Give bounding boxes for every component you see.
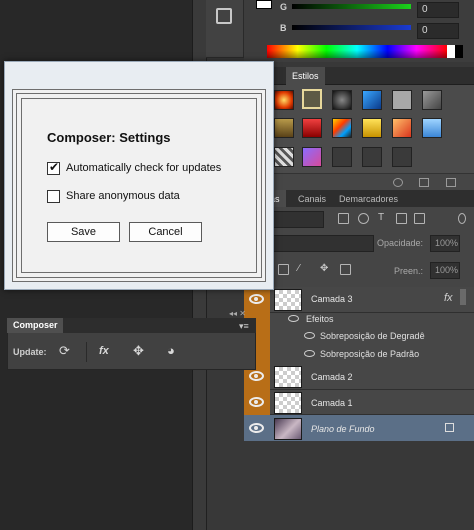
style-swatch[interactable]: [332, 147, 352, 167]
smart-object-filter-icon[interactable]: [414, 213, 425, 224]
style-swatch[interactable]: [422, 90, 442, 110]
tab-styles[interactable]: Estilos: [286, 67, 325, 85]
style-swatch[interactable]: [274, 90, 294, 110]
green-value-field[interactable]: 0: [417, 2, 459, 18]
layer-name: Plano de Fundo: [311, 424, 375, 434]
style-swatch[interactable]: [302, 118, 322, 138]
fill-field[interactable]: 100%: [430, 262, 460, 279]
tab-composer[interactable]: Composer: [7, 318, 63, 333]
layer-name: Camada 2: [311, 372, 353, 382]
dialog-frame-innermost: [21, 98, 257, 273]
lock-transparency-icon[interactable]: [278, 264, 289, 275]
adjustment-filter-icon[interactable]: [358, 213, 369, 224]
style-swatch[interactable]: [392, 90, 412, 110]
photoshop-workspace: G 0 B 0 s Estilos adas Canais: [0, 0, 474, 530]
tab-paths[interactable]: Demarcadores: [333, 190, 404, 208]
shape-filter-icon[interactable]: [396, 213, 407, 224]
share-data-label[interactable]: Share anonymous data: [66, 190, 180, 202]
refresh-icon[interactable]: ⟳: [59, 343, 70, 359]
effects-label: Efeitos: [306, 314, 334, 324]
trash-icon[interactable]: [446, 178, 456, 187]
style-swatch-selected[interactable]: [302, 89, 322, 109]
fx-update-icon[interactable]: fx: [99, 343, 109, 359]
layer-name: Camada 3: [311, 294, 353, 304]
style-swatch[interactable]: [332, 118, 352, 138]
style-swatch[interactable]: [362, 118, 382, 138]
green-slider[interactable]: [292, 4, 411, 9]
layer-thumbnail: [274, 289, 302, 311]
lock-position-icon[interactable]: ✥: [320, 263, 328, 275]
background-thumbnail: [274, 418, 302, 440]
color-spectrum-bar[interactable]: [267, 45, 447, 58]
cube-icon: [216, 8, 232, 24]
foreground-swatch[interactable]: [256, 0, 272, 9]
tab-channels[interactable]: Canais: [292, 190, 332, 208]
eye-icon[interactable]: [249, 423, 264, 433]
g-channel-label: G: [280, 2, 288, 12]
composer-tabbar: [63, 318, 256, 333]
white-swatch[interactable]: [447, 45, 455, 58]
lock-image-icon[interactable]: ⁄: [298, 263, 300, 275]
update-label: Update:: [13, 347, 47, 357]
b-channel-label: B: [280, 23, 287, 33]
move-update-icon[interactable]: ✥: [133, 343, 144, 359]
visibility-update-icon[interactable]: ◕: [167, 343, 175, 359]
panel-menu-icon[interactable]: ▾≡: [239, 320, 249, 332]
effect-item[interactable]: Sobreposição de Padrão: [320, 349, 419, 359]
share-data-checkbox[interactable]: [47, 190, 60, 203]
fx-icon[interactable]: fx: [444, 292, 453, 304]
dock-tool-button[interactable]: [206, 0, 244, 58]
effect-item[interactable]: Sobreposição de Degradê: [320, 331, 425, 341]
checkmark-icon: ✔: [49, 160, 60, 174]
clear-style-icon[interactable]: [393, 178, 403, 187]
style-swatch[interactable]: [332, 90, 352, 110]
layer-thumbnail: [274, 366, 302, 388]
panel-close-controls[interactable]: ◂◂ ✕: [229, 309, 246, 318]
style-swatch[interactable]: [302, 147, 322, 167]
type-filter-icon[interactable]: T: [378, 212, 384, 224]
effects-eye-icon[interactable]: [288, 315, 299, 322]
effect-eye-icon[interactable]: [304, 332, 315, 339]
style-swatch[interactable]: [362, 147, 382, 167]
eye-icon[interactable]: [249, 371, 264, 381]
lock-icon: [445, 423, 454, 432]
opacity-label: Opacidade:: [377, 238, 424, 248]
layer-name: Camada 1: [311, 398, 353, 408]
toolbar-divider: [86, 342, 87, 362]
black-swatch[interactable]: [455, 45, 463, 58]
image-filter-icon[interactable]: [338, 213, 349, 224]
blue-value-field[interactable]: 0: [417, 23, 459, 39]
settings-dialog: [4, 61, 274, 290]
style-swatch[interactable]: [274, 118, 294, 138]
auto-update-checkbox[interactable]: ✔: [47, 160, 60, 175]
eye-icon[interactable]: [249, 397, 264, 407]
save-button[interactable]: Save: [47, 222, 120, 242]
style-swatch[interactable]: [362, 90, 382, 110]
style-swatch[interactable]: [422, 118, 442, 138]
layer-thumbnail: [274, 392, 302, 414]
fill-label: Preen.:: [394, 266, 424, 276]
effect-eye-icon[interactable]: [304, 350, 315, 357]
lock-all-icon[interactable]: [340, 264, 351, 275]
auto-update-label[interactable]: Automatically check for updates: [66, 162, 221, 174]
style-swatch[interactable]: [392, 118, 412, 138]
blend-mode-select[interactable]: al: [258, 235, 374, 252]
layer-collapse-arrow[interactable]: [460, 289, 466, 305]
style-swatch[interactable]: [392, 147, 412, 167]
blue-slider[interactable]: [292, 25, 411, 30]
dialog-title: Composer: Settings: [47, 130, 171, 145]
opacity-field[interactable]: 100%: [430, 235, 460, 252]
cancel-button[interactable]: Cancel: [129, 222, 202, 242]
style-swatch[interactable]: [274, 147, 294, 167]
filter-toggle-icon[interactable]: [458, 213, 466, 224]
eye-icon[interactable]: [249, 294, 264, 304]
new-style-icon[interactable]: [419, 178, 429, 187]
